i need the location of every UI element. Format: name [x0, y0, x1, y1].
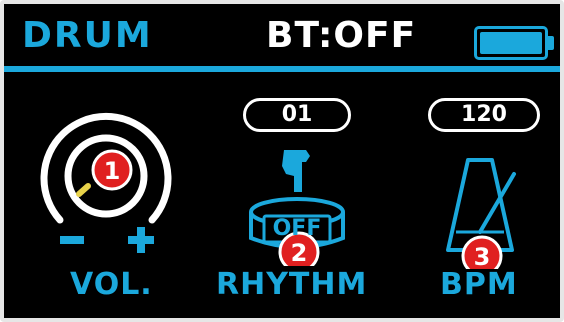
header-divider	[4, 66, 560, 72]
hand-icon	[282, 150, 310, 192]
mode-title: DRUM	[22, 15, 153, 56]
bpm-value-box[interactable]: 120	[428, 98, 540, 132]
badge-3-label: 3	[474, 243, 491, 269]
battery-icon	[474, 26, 554, 60]
volume-minus-icon	[60, 236, 84, 244]
rhythm-state: OFF	[272, 216, 322, 241]
knob-indicator	[76, 183, 91, 197]
volume-knob[interactable]: 1	[34, 102, 184, 262]
drum-icon[interactable]: 2	[244, 146, 354, 266]
drum-screen: DRUM BT:OFF 1 01 2 OFF 120 3 VOL. RHYTHM…	[0, 0, 564, 322]
bluetooth-status: BT:OFF	[266, 15, 417, 56]
badge-1-label: 1	[104, 157, 121, 185]
rhythm-value-box[interactable]: 01	[243, 98, 351, 132]
rhythm-label: RHYTHM	[216, 267, 368, 302]
metronome-icon[interactable]: 3	[434, 154, 544, 269]
badge-2-label: 2	[291, 239, 308, 266]
bpm-label: BPM	[440, 267, 518, 302]
battery-fill	[480, 32, 542, 54]
status-bar: DRUM BT:OFF	[4, 4, 560, 68]
volume-label: VOL.	[70, 267, 153, 302]
